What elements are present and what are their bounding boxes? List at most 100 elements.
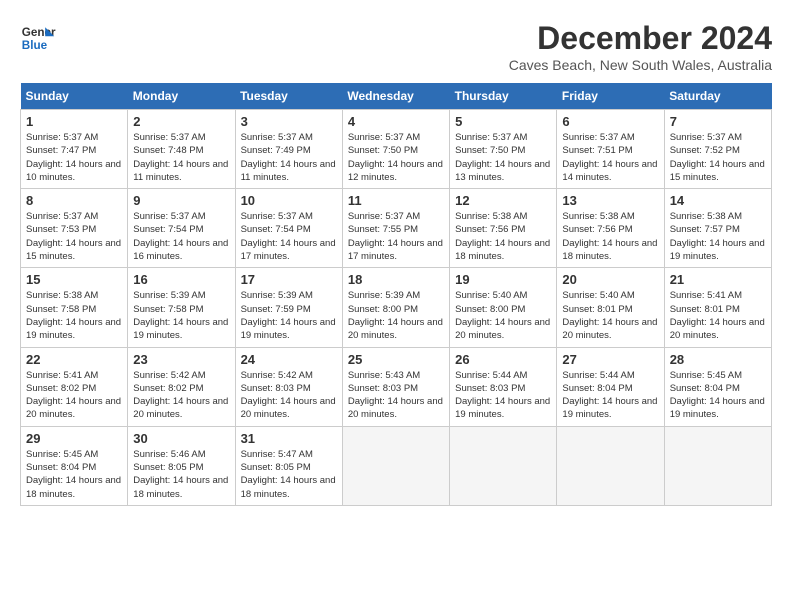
- calendar-cell: 9 Sunrise: 5:37 AMSunset: 7:54 PMDaylight…: [128, 189, 235, 268]
- day-info: Sunrise: 5:39 AMSunset: 7:58 PMDaylight:…: [133, 289, 229, 342]
- day-number: 27: [562, 352, 658, 367]
- day-info: Sunrise: 5:37 AMSunset: 7:50 PMDaylight:…: [455, 131, 551, 184]
- day-number: 2: [133, 114, 229, 129]
- day-info: Sunrise: 5:37 AMSunset: 7:48 PMDaylight:…: [133, 131, 229, 184]
- day-info: Sunrise: 5:37 AMSunset: 7:49 PMDaylight:…: [241, 131, 337, 184]
- day-number: 31: [241, 431, 337, 446]
- calendar-cell: 18Sunrise: 5:39 AMSunset: 8:00 PMDayligh…: [342, 268, 449, 347]
- day-number: 28: [670, 352, 766, 367]
- day-number: 19: [455, 272, 551, 287]
- day-info: Sunrise: 5:42 AMSunset: 8:03 PMDaylight:…: [241, 369, 337, 422]
- logo: General Blue: [20, 20, 56, 56]
- calendar-cell: 7 Sunrise: 5:37 AMSunset: 7:52 PMDaylight…: [664, 110, 771, 189]
- day-info: Sunrise: 5:37 AMSunset: 7:54 PMDaylight:…: [133, 210, 229, 263]
- calendar-week-5: 29Sunrise: 5:45 AMSunset: 8:04 PMDayligh…: [21, 426, 772, 505]
- day-number: 21: [670, 272, 766, 287]
- title-section: December 2024 Caves Beach, New South Wal…: [509, 20, 772, 73]
- day-number: 5: [455, 114, 551, 129]
- day-number: 22: [26, 352, 122, 367]
- day-info: Sunrise: 5:41 AMSunset: 8:02 PMDaylight:…: [26, 369, 122, 422]
- calendar-cell: 26Sunrise: 5:44 AMSunset: 8:03 PMDayligh…: [450, 347, 557, 426]
- day-number: 23: [133, 352, 229, 367]
- header-cell-friday: Friday: [557, 83, 664, 110]
- calendar-cell: 19 Sunrise: 5:40 AMSunset: 8:00 PMDayligh…: [450, 268, 557, 347]
- day-number: 18: [348, 272, 444, 287]
- calendar-cell: 22 Sunrise: 5:41 AMSunset: 8:02 PMDayligh…: [21, 347, 128, 426]
- day-number: 8: [26, 193, 122, 208]
- day-info: Sunrise: 5:37 AMSunset: 7:50 PMDaylight:…: [348, 131, 444, 184]
- day-number: 12: [455, 193, 551, 208]
- day-number: 4: [348, 114, 444, 129]
- calendar-cell: 11 Sunrise: 5:37 AMSunset: 7:55 PMDayligh…: [342, 189, 449, 268]
- day-number: 25: [348, 352, 444, 367]
- day-info: Sunrise: 5:44 AMSunset: 8:04 PMDaylight:…: [562, 369, 658, 422]
- header-cell-thursday: Thursday: [450, 83, 557, 110]
- day-info: Sunrise: 5:45 AMSunset: 8:04 PMDaylight:…: [670, 369, 766, 422]
- day-number: 11: [348, 193, 444, 208]
- day-number: 3: [241, 114, 337, 129]
- calendar-cell: 29Sunrise: 5:45 AMSunset: 8:04 PMDayligh…: [21, 426, 128, 505]
- day-info: Sunrise: 5:37 AMSunset: 7:52 PMDaylight:…: [670, 131, 766, 184]
- day-info: Sunrise: 5:47 AMSunset: 8:05 PMDaylight:…: [241, 448, 337, 501]
- day-info: Sunrise: 5:46 AMSunset: 8:05 PMDaylight:…: [133, 448, 229, 501]
- calendar-cell: 17 Sunrise: 5:39 AMSunset: 7:59 PMDayligh…: [235, 268, 342, 347]
- day-number: 30: [133, 431, 229, 446]
- calendar-cell: 13Sunrise: 5:38 AMSunset: 7:56 PMDayligh…: [557, 189, 664, 268]
- day-number: 1: [26, 114, 122, 129]
- calendar-cell: [557, 426, 664, 505]
- calendar-cell: 12 Sunrise: 5:38 AMSunset: 7:56 PMDayligh…: [450, 189, 557, 268]
- calendar-cell: 27 Sunrise: 5:44 AMSunset: 8:04 PMDayligh…: [557, 347, 664, 426]
- month-title: December 2024: [509, 20, 772, 57]
- day-info: Sunrise: 5:38 AMSunset: 7:57 PMDaylight:…: [670, 210, 766, 263]
- calendar-cell: 16Sunrise: 5:39 AMSunset: 7:58 PMDayligh…: [128, 268, 235, 347]
- calendar-week-3: 15 Sunrise: 5:38 AMSunset: 7:58 PMDayligh…: [21, 268, 772, 347]
- day-number: 7: [670, 114, 766, 129]
- day-info: Sunrise: 5:37 AMSunset: 7:47 PMDaylight:…: [26, 131, 122, 184]
- calendar-cell: [664, 426, 771, 505]
- calendar-cell: 15 Sunrise: 5:38 AMSunset: 7:58 PMDayligh…: [21, 268, 128, 347]
- day-info: Sunrise: 5:37 AMSunset: 7:53 PMDaylight:…: [26, 210, 122, 263]
- calendar-cell: [450, 426, 557, 505]
- day-info: Sunrise: 5:38 AMSunset: 7:58 PMDaylight:…: [26, 289, 122, 342]
- day-info: Sunrise: 5:40 AMSunset: 8:01 PMDaylight:…: [562, 289, 658, 342]
- calendar-cell: 28 Sunrise: 5:45 AMSunset: 8:04 PMDayligh…: [664, 347, 771, 426]
- calendar-cell: 2 Sunrise: 5:37 AMSunset: 7:48 PMDaylight…: [128, 110, 235, 189]
- header-cell-sunday: Sunday: [21, 83, 128, 110]
- calendar-week-2: 8 Sunrise: 5:37 AMSunset: 7:53 PMDaylight…: [21, 189, 772, 268]
- calendar-cell: 6Sunrise: 5:37 AMSunset: 7:51 PMDaylight…: [557, 110, 664, 189]
- day-info: Sunrise: 5:38 AMSunset: 7:56 PMDaylight:…: [455, 210, 551, 263]
- calendar-cell: 14 Sunrise: 5:38 AMSunset: 7:57 PMDayligh…: [664, 189, 771, 268]
- calendar-cell: 24 Sunrise: 5:42 AMSunset: 8:03 PMDayligh…: [235, 347, 342, 426]
- calendar-week-4: 22 Sunrise: 5:41 AMSunset: 8:02 PMDayligh…: [21, 347, 772, 426]
- day-info: Sunrise: 5:38 AMSunset: 7:56 PMDaylight:…: [562, 210, 658, 263]
- calendar-cell: [342, 426, 449, 505]
- calendar-cell: 1 Sunrise: 5:37 AMSunset: 7:47 PMDaylight…: [21, 110, 128, 189]
- day-info: Sunrise: 5:43 AMSunset: 8:03 PMDaylight:…: [348, 369, 444, 422]
- day-number: 14: [670, 193, 766, 208]
- calendar-cell: 25 Sunrise: 5:43 AMSunset: 8:03 PMDayligh…: [342, 347, 449, 426]
- day-number: 10: [241, 193, 337, 208]
- day-info: Sunrise: 5:40 AMSunset: 8:00 PMDaylight:…: [455, 289, 551, 342]
- header-cell-saturday: Saturday: [664, 83, 771, 110]
- day-number: 17: [241, 272, 337, 287]
- calendar-cell: 21Sunrise: 5:41 AMSunset: 8:01 PMDayligh…: [664, 268, 771, 347]
- day-info: Sunrise: 5:39 AMSunset: 7:59 PMDaylight:…: [241, 289, 337, 342]
- calendar-cell: 30 Sunrise: 5:46 AMSunset: 8:05 PMDayligh…: [128, 426, 235, 505]
- header-cell-wednesday: Wednesday: [342, 83, 449, 110]
- calendar-cell: 10Sunrise: 5:37 AMSunset: 7:54 PMDayligh…: [235, 189, 342, 268]
- calendar-header-row: SundayMondayTuesdayWednesdayThursdayFrid…: [21, 83, 772, 110]
- day-number: 15: [26, 272, 122, 287]
- calendar-cell: 20 Sunrise: 5:40 AMSunset: 8:01 PMDayligh…: [557, 268, 664, 347]
- calendar-table: SundayMondayTuesdayWednesdayThursdayFrid…: [20, 83, 772, 506]
- day-info: Sunrise: 5:37 AMSunset: 7:55 PMDaylight:…: [348, 210, 444, 263]
- day-number: 9: [133, 193, 229, 208]
- day-info: Sunrise: 5:37 AMSunset: 7:51 PMDaylight:…: [562, 131, 658, 184]
- calendar-cell: 4 Sunrise: 5:37 AMSunset: 7:50 PMDaylight…: [342, 110, 449, 189]
- calendar-cell: 3 Sunrise: 5:37 AMSunset: 7:49 PMDaylight…: [235, 110, 342, 189]
- header: General Blue December 2024 Caves Beach, …: [20, 20, 772, 73]
- day-info: Sunrise: 5:45 AMSunset: 8:04 PMDaylight:…: [26, 448, 122, 501]
- day-info: Sunrise: 5:44 AMSunset: 8:03 PMDaylight:…: [455, 369, 551, 422]
- day-number: 20: [562, 272, 658, 287]
- svg-text:General: General: [22, 26, 56, 39]
- day-number: 24: [241, 352, 337, 367]
